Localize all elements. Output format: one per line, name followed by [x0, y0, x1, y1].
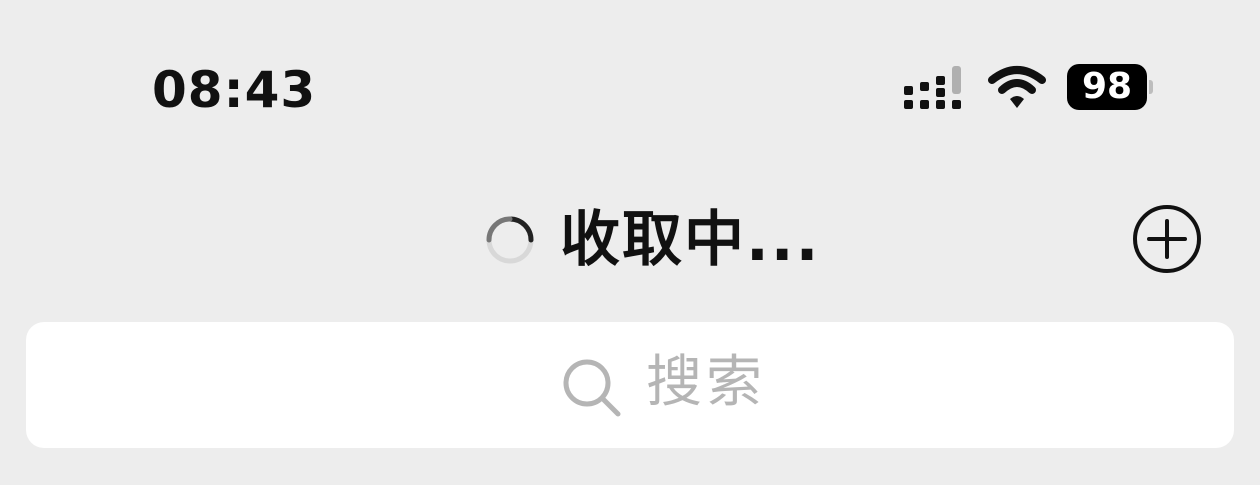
add-circle-icon[interactable] [1131, 203, 1203, 275]
nav-title: 收取中... [560, 205, 821, 275]
status-time: 08:43 [152, 61, 317, 119]
battery-indicator: 98 [1067, 64, 1153, 112]
battery-level: 98 [1067, 64, 1147, 110]
status-bar: 08:43 98 [0, 0, 1260, 150]
search-icon [563, 359, 621, 417]
nav-bar: 收取中... [0, 190, 1260, 290]
cellular-signal-icon [904, 66, 961, 109]
search-input[interactable]: 搜索 [26, 322, 1234, 448]
loading-spinner-icon [486, 216, 534, 264]
battery-cap [1149, 80, 1153, 94]
search-placeholder: 搜索 [646, 350, 766, 415]
wifi-icon [988, 66, 1046, 108]
